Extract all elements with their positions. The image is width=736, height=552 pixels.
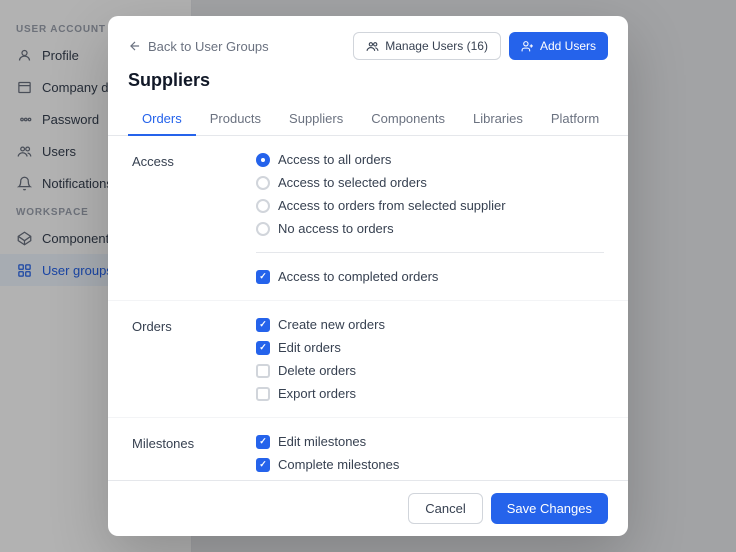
access-label: Access	[132, 152, 232, 284]
add-users-icon	[521, 40, 534, 53]
checkbox-completed-orders-input[interactable]	[256, 270, 270, 284]
modal-nav-row: Back to User Groups Manage Users (16) Ad…	[128, 32, 608, 60]
section-milestones: Milestones Edit milestones Complete mile…	[108, 418, 628, 480]
radio-selected-orders-input[interactable]	[256, 176, 270, 190]
checkbox-edit-orders-label: Edit orders	[278, 340, 341, 355]
access-options: Access to all orders Access to selected …	[256, 152, 604, 284]
radio-all-orders-input[interactable]	[256, 153, 270, 167]
modal-title: Suppliers	[128, 70, 608, 91]
radio-selected-orders-label: Access to selected orders	[278, 175, 427, 190]
tab-platform[interactable]: Platform	[537, 103, 613, 136]
checkbox-edit-orders-input[interactable]	[256, 341, 270, 355]
checkbox-delete-orders-label: Delete orders	[278, 363, 356, 378]
checkbox-edit-milestones[interactable]: Edit milestones	[256, 434, 604, 449]
modal-actions: Manage Users (16) Add Users	[353, 32, 608, 60]
permission-row-access: Access Access to all orders Access to se…	[132, 152, 604, 284]
checkbox-completed-orders[interactable]: Access to completed orders	[256, 269, 604, 284]
back-label: Back to User Groups	[148, 39, 269, 54]
back-link[interactable]: Back to User Groups	[128, 39, 269, 54]
checkbox-export-orders-label: Export orders	[278, 386, 356, 401]
radio-no-orders[interactable]: No access to orders	[256, 221, 604, 236]
permission-row-orders: Orders Create new orders Edit orders	[132, 317, 604, 401]
radio-all-orders-label: Access to all orders	[278, 152, 391, 167]
radio-supplier-orders-input[interactable]	[256, 199, 270, 213]
tabs: Orders Products Suppliers Components Lib…	[128, 103, 608, 135]
modal: Back to User Groups Manage Users (16) Ad…	[108, 16, 628, 536]
checkbox-create-orders[interactable]: Create new orders	[256, 317, 604, 332]
milestones-options: Edit milestones Complete milestones Comm…	[256, 434, 604, 480]
tab-libraries[interactable]: Libraries	[459, 103, 537, 136]
access-separator	[256, 252, 604, 253]
radio-supplier-orders[interactable]: Access to orders from selected supplier	[256, 198, 604, 213]
tab-suppliers[interactable]: Suppliers	[275, 103, 357, 136]
radio-no-orders-label: No access to orders	[278, 221, 394, 236]
checkbox-export-orders[interactable]: Export orders	[256, 386, 604, 401]
tab-products[interactable]: Products	[196, 103, 275, 136]
modal-overlay[interactable]: Back to User Groups Manage Users (16) Ad…	[0, 0, 736, 552]
checkbox-export-orders-input[interactable]	[256, 387, 270, 401]
checkbox-create-orders-label: Create new orders	[278, 317, 385, 332]
radio-all-orders[interactable]: Access to all orders	[256, 152, 604, 167]
orders-label: Orders	[132, 317, 232, 401]
back-arrow-icon	[128, 39, 142, 53]
tab-components[interactable]: Components	[357, 103, 459, 136]
checkbox-delete-orders-input[interactable]	[256, 364, 270, 378]
section-orders: Orders Create new orders Edit orders	[108, 301, 628, 418]
checkbox-edit-orders[interactable]: Edit orders	[256, 340, 604, 355]
manage-users-label: Manage Users (16)	[385, 39, 488, 53]
radio-selected-orders[interactable]: Access to selected orders	[256, 175, 604, 190]
cancel-button[interactable]: Cancel	[408, 493, 482, 524]
section-access: Access Access to all orders Access to se…	[108, 136, 628, 301]
add-users-label: Add Users	[540, 39, 596, 53]
modal-header: Back to User Groups Manage Users (16) Ad…	[108, 16, 628, 136]
checkbox-complete-milestones-label: Complete milestones	[278, 457, 399, 472]
modal-body: Access Access to all orders Access to se…	[108, 136, 628, 480]
checkbox-edit-milestones-label: Edit milestones	[278, 434, 366, 449]
save-button[interactable]: Save Changes	[491, 493, 608, 524]
modal-footer: Cancel Save Changes	[108, 480, 628, 536]
checkbox-delete-orders[interactable]: Delete orders	[256, 363, 604, 378]
checkbox-create-orders-input[interactable]	[256, 318, 270, 332]
manage-users-button[interactable]: Manage Users (16)	[353, 32, 501, 60]
add-users-button[interactable]: Add Users	[509, 32, 608, 60]
milestones-label: Milestones	[132, 434, 232, 480]
checkbox-complete-milestones-input[interactable]	[256, 458, 270, 472]
manage-users-icon	[366, 40, 379, 53]
checkbox-completed-orders-label: Access to completed orders	[278, 269, 438, 284]
checkbox-complete-milestones[interactable]: Complete milestones	[256, 457, 604, 472]
checkbox-edit-milestones-input[interactable]	[256, 435, 270, 449]
orders-options: Create new orders Edit orders Delete ord…	[256, 317, 604, 401]
tab-orders[interactable]: Orders	[128, 103, 196, 136]
radio-no-orders-input[interactable]	[256, 222, 270, 236]
radio-supplier-orders-label: Access to orders from selected supplier	[278, 198, 506, 213]
permission-row-milestones: Milestones Edit milestones Complete mile…	[132, 434, 604, 480]
